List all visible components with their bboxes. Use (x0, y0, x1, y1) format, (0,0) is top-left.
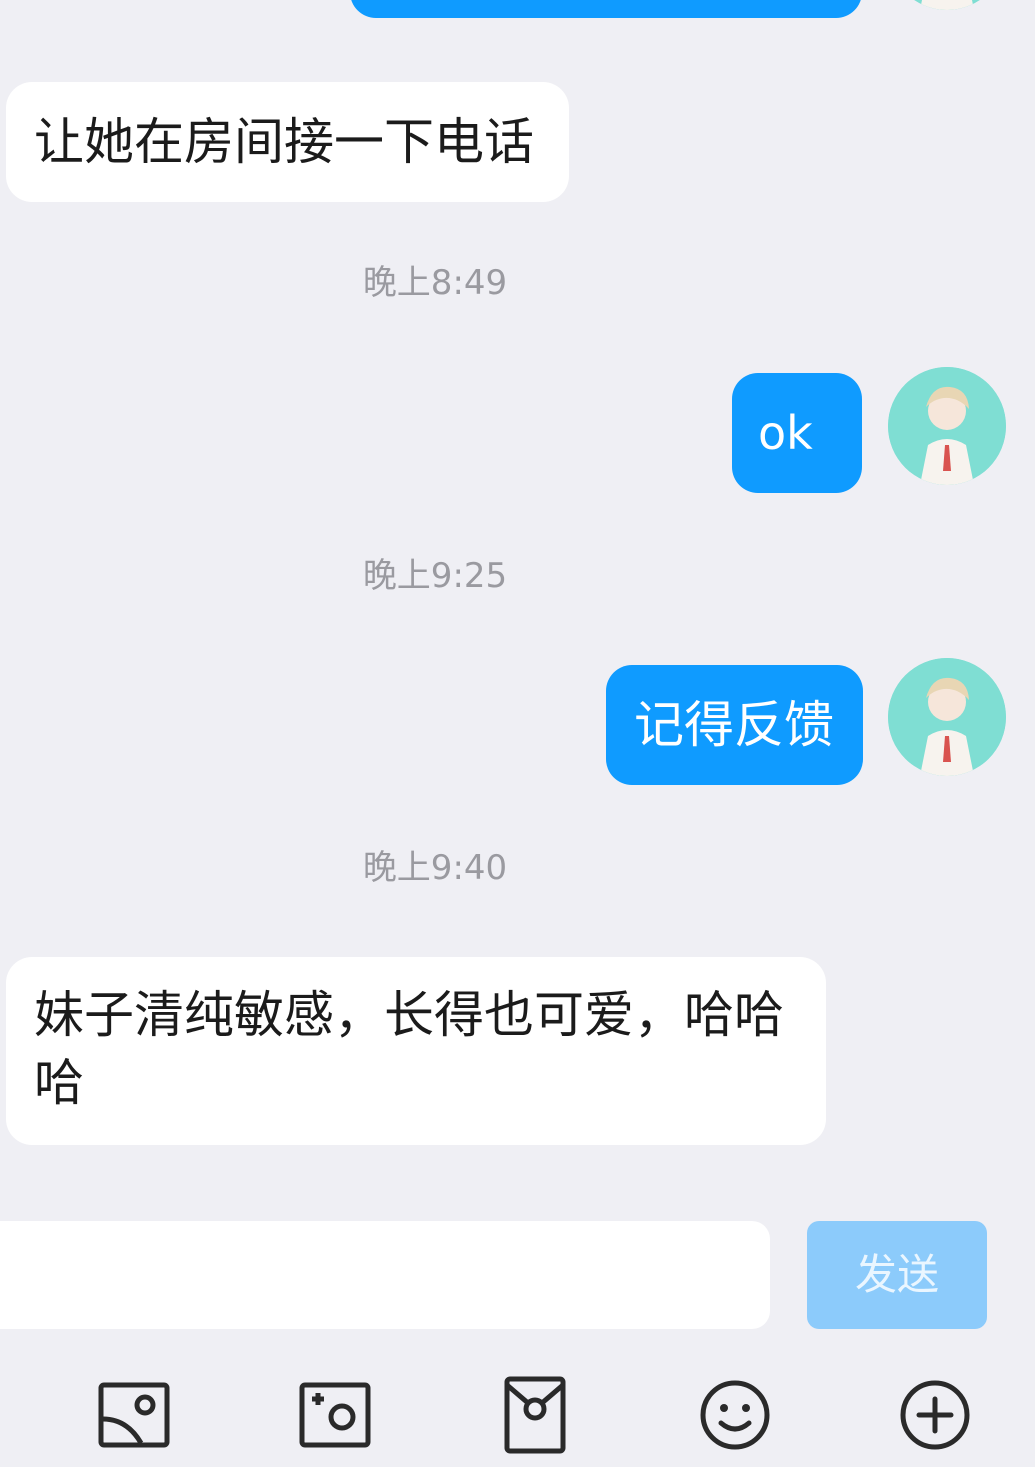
image-icon[interactable] (95, 1375, 175, 1455)
message-input[interactable] (0, 1221, 770, 1329)
outgoing-message-bubble[interactable]: ok (732, 373, 862, 493)
message-timestamp: 晚上9:25 (362, 556, 508, 596)
avatar[interactable] (888, 367, 1006, 485)
message-timestamp: 晚上9:40 (362, 848, 508, 888)
outgoing-message-bubble[interactable] (350, 0, 862, 18)
chat-message-list[interactable]: 让她在房间接一下电话 晚上8:49 ok 晚上9:25 记得反馈 晚上9:40 … (0, 0, 1035, 1205)
outgoing-message-bubble[interactable]: 记得反馈 (606, 665, 863, 785)
avatar-image (914, 0, 980, 10)
message-composer: 发送 (0, 1205, 1035, 1467)
incoming-message-bubble[interactable]: 妹子清纯敏感，长得也可爱，哈哈哈 (6, 957, 826, 1145)
red-packet-icon[interactable] (495, 1375, 575, 1455)
emoji-icon[interactable] (695, 1375, 775, 1455)
message-timestamp: 晚上8:49 (362, 263, 508, 303)
avatar-image (888, 658, 1006, 776)
camera-icon[interactable] (296, 1375, 376, 1455)
send-button[interactable]: 发送 (807, 1221, 987, 1329)
avatar[interactable] (888, 0, 1006, 10)
avatar-image (888, 367, 1006, 485)
avatar[interactable] (888, 658, 1006, 776)
plus-icon[interactable] (895, 1375, 975, 1455)
incoming-message-bubble[interactable]: 让她在房间接一下电话 (6, 82, 569, 202)
